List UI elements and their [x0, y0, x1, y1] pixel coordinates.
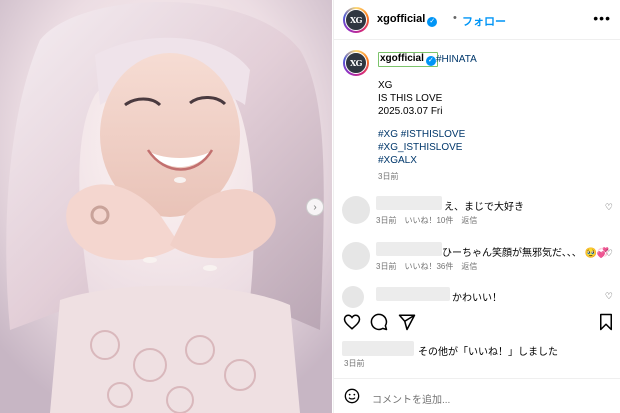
comment-meta: 3日前 いいね！10件 返信: [376, 215, 485, 226]
caption-line: XG: [378, 80, 393, 91]
add-comment-bar: コメントを追加...: [334, 378, 620, 413]
share-icon[interactable]: [398, 313, 416, 331]
caption-avatar[interactable]: XG: [343, 50, 369, 76]
post-header: XG xgofficial ✓ • フォロー •••: [334, 0, 620, 40]
comment-meta: 3日前 いいね！36件 返信: [376, 261, 485, 272]
comment-item: かわいい！ ♡: [334, 285, 620, 309]
caption-line: 2025.03.07 Fri: [378, 106, 443, 117]
follow-button[interactable]: フォロー: [462, 13, 506, 29]
more-options-icon[interactable]: •••: [593, 10, 611, 26]
portrait-illustration: [0, 0, 332, 413]
comment-text: え、まじで大好き: [444, 202, 524, 213]
post-actions: [334, 313, 620, 337]
reply-button[interactable]: 返信: [461, 262, 477, 271]
emoji-icon[interactable]: [344, 388, 360, 404]
bookmark-icon[interactable]: [598, 313, 614, 331]
hashtag-link[interactable]: #XGALX: [378, 154, 465, 167]
comment-time: 3日前: [376, 216, 397, 225]
likes-text[interactable]: その他が「いいね！」しました: [418, 343, 558, 358]
liker-names-redacted[interactable]: [342, 341, 414, 356]
verified-badge-icon: ✓: [427, 17, 438, 27]
comment-avatar[interactable]: [342, 196, 370, 224]
caption-hashtag-hinata[interactable]: #HINATA: [436, 54, 477, 65]
comment-item: ひーちゃん笑顔が無邪気だ、、、 🥹💞 3日前 いいね！36件 返信 ♡: [334, 240, 620, 280]
comment-time: 3日前: [376, 262, 397, 271]
comment-username-redacted[interactable]: [376, 196, 442, 210]
avatar[interactable]: XG: [343, 7, 369, 33]
reply-button[interactable]: 返信: [461, 216, 477, 225]
likes-summary[interactable]: その他が「いいね！」しました: [342, 341, 617, 358]
heart-icon[interactable]: ♡: [605, 202, 613, 213]
comment-text: かわいい！: [452, 293, 502, 304]
caption-line: IS THIS LOVE: [378, 93, 443, 104]
comment-likes[interactable]: いいね！10件: [404, 216, 453, 225]
hashtag-link[interactable]: #XG #ISTHISLOVE: [378, 128, 465, 141]
comment-username-redacted[interactable]: [376, 287, 450, 301]
username-link[interactable]: xgofficial ✓: [377, 13, 438, 27]
post-sidebar: XG xgofficial ✓ • フォロー ••• XG xgofficial ✓…: [333, 0, 620, 413]
heart-icon[interactable]: [343, 313, 361, 331]
comment-icon[interactable]: [370, 313, 388, 331]
heart-icon[interactable]: ♡: [605, 248, 613, 259]
caption-text: XG IS THIS LOVE 2025.03.07 Fri: [378, 79, 443, 118]
comment-likes[interactable]: いいね！36件: [404, 262, 453, 271]
caption-hashtags: #XG #ISTHISLOVE #XG_ISTHISLOVE #XGALX: [378, 128, 465, 167]
comment-input[interactable]: コメントを追加...: [372, 391, 450, 406]
verified-badge-icon: ✓: [425, 56, 436, 66]
caption-timestamp: 3日前: [378, 172, 399, 181]
heart-icon[interactable]: ♡: [605, 291, 613, 302]
caption-username-link[interactable]: xgofficial ✓: [378, 52, 438, 67]
chevron-right-icon[interactable]: ›: [306, 198, 324, 216]
comment-avatar[interactable]: [342, 242, 370, 270]
post-date: 3日前: [344, 359, 365, 368]
comment-item: え、まじで大好き 3日前 いいね！10件 返信 ♡: [334, 194, 620, 234]
post-image[interactable]: ›: [0, 0, 332, 413]
comment-username-redacted[interactable]: [376, 242, 442, 256]
comment-avatar[interactable]: [342, 286, 364, 308]
comment-text: ひーちゃん笑顔が無邪気だ、、、 🥹💞: [442, 248, 610, 259]
separator-dot: •: [453, 12, 457, 24]
hashtag-link[interactable]: #XG_ISTHISLOVE: [378, 141, 465, 154]
